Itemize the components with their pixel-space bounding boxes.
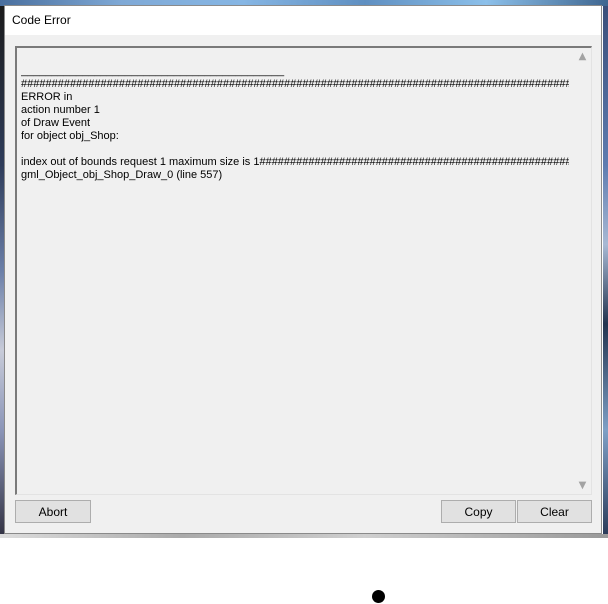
copy-button[interactable]: Copy (441, 500, 516, 523)
abort-button[interactable]: Abort (15, 500, 91, 523)
scroll-down-button[interactable]: ▼ (574, 477, 591, 494)
code-error-dialog: Code Error _____________________________… (4, 5, 602, 534)
dialog-title: Code Error (12, 13, 71, 27)
scroll-up-button[interactable]: ▲ (574, 48, 591, 65)
vertical-scrollbar[interactable]: ▲ ▼ (574, 48, 591, 494)
error-log-text[interactable]: ________________________________________… (21, 65, 569, 485)
mouse-cursor-dot (372, 590, 385, 603)
clear-button[interactable]: Clear (517, 500, 592, 523)
background-strip-right (603, 6, 608, 536)
chevron-up-icon: ▲ (578, 51, 587, 62)
background-strip-bottom (0, 534, 608, 538)
error-log-textarea[interactable]: ________________________________________… (15, 46, 592, 495)
title-bar[interactable]: Code Error (5, 6, 601, 35)
chevron-down-icon: ▼ (578, 480, 587, 491)
